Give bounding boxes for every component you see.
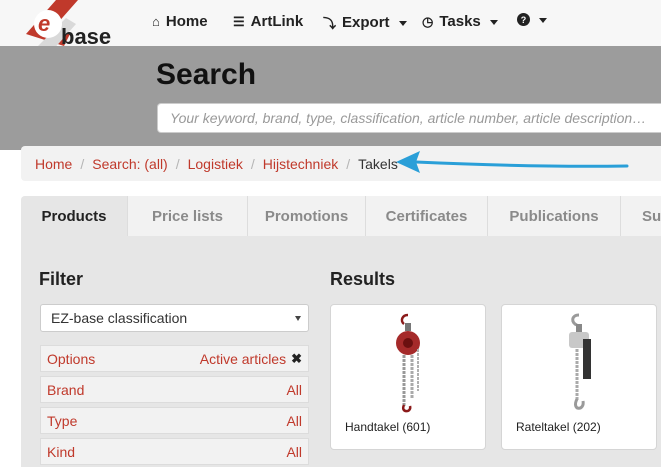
filter-row-type[interactable]: Type All bbox=[40, 407, 309, 434]
filter-row-kind[interactable]: Kind All bbox=[40, 438, 309, 465]
classification-select-value: EZ-base classification bbox=[51, 310, 188, 326]
filter-value: All bbox=[286, 381, 302, 398]
filter-value: All bbox=[286, 412, 302, 429]
nav-tasks[interactable]: ◷ Tasks bbox=[422, 13, 498, 30]
close-icon[interactable]: ✖ bbox=[291, 351, 302, 367]
hand-chain-hoist-image bbox=[396, 313, 420, 413]
chevron-down-icon bbox=[295, 316, 301, 321]
annotation-arrow bbox=[396, 151, 629, 173]
chevron-down-icon bbox=[489, 20, 498, 25]
filter-value: Active articles ✖ bbox=[200, 351, 302, 367]
nav-export[interactable]: ⤵ Export bbox=[323, 13, 407, 32]
classification-select[interactable]: EZ-base classification bbox=[40, 304, 309, 332]
result-card-handtakel[interactable]: Handtakel (601) bbox=[330, 304, 486, 450]
breadcrumb-logistiek[interactable]: Logistiek bbox=[188, 156, 243, 172]
result-card-label: Rateltakel (202) bbox=[516, 420, 601, 434]
chevron-down-icon bbox=[539, 18, 547, 23]
search-input[interactable] bbox=[157, 103, 661, 133]
page-title: Search bbox=[156, 58, 257, 91]
help-icon: ? bbox=[517, 13, 530, 26]
ratchet-hoist-image bbox=[569, 313, 591, 410]
breadcrumb-separator: / bbox=[346, 155, 351, 172]
top-navbar: e base ⌂ Home ☰ ArtLink ⤵ Export ◷ Tasks… bbox=[0, 0, 661, 60]
filter-label: Type bbox=[47, 412, 78, 429]
tab-bar: Products Price lists Promotions Certific… bbox=[21, 196, 661, 236]
tab-partial[interactable]: Su bbox=[621, 196, 661, 236]
tab-price-lists[interactable]: Price lists bbox=[128, 196, 248, 236]
results-title: Results bbox=[330, 269, 396, 289]
home-icon: ⌂ bbox=[152, 14, 160, 29]
breadcrumb-search[interactable]: Search: (all) bbox=[92, 156, 167, 172]
filter-row-options[interactable]: Options Active articles ✖ bbox=[40, 345, 309, 372]
filter-label: Options bbox=[47, 350, 96, 367]
upload-icon: ⤵ bbox=[323, 16, 337, 31]
breadcrumb-hijstechniek[interactable]: Hijstechniek bbox=[263, 156, 338, 172]
svg-text:e: e bbox=[38, 11, 50, 36]
breadcrumb-home[interactable]: Home bbox=[35, 156, 72, 172]
tab-products[interactable]: Products bbox=[21, 196, 128, 236]
tab-publications[interactable]: Publications bbox=[488, 196, 621, 236]
list-icon: ☰ bbox=[233, 13, 245, 29]
tab-certificates[interactable]: Certificates bbox=[366, 196, 488, 236]
filter-label: Brand bbox=[47, 381, 85, 398]
search-header bbox=[0, 46, 661, 150]
svg-text:?: ? bbox=[521, 15, 527, 25]
nav-export-label: Export bbox=[342, 14, 390, 31]
nav-home-label: Home bbox=[165, 13, 208, 30]
breadcrumb-separator: / bbox=[80, 155, 85, 172]
nav-artlink[interactable]: ☰ ArtLink bbox=[233, 13, 303, 30]
result-card-rateltakel[interactable]: Rateltakel (202) bbox=[501, 304, 657, 450]
filter-value-text: Active articles bbox=[199, 350, 287, 367]
breadcrumb-separator: / bbox=[250, 155, 255, 172]
breadcrumb-separator: / bbox=[175, 155, 180, 172]
chevron-down-icon bbox=[398, 21, 407, 26]
filter-label: Kind bbox=[47, 443, 76, 460]
filter-row-brand[interactable]: Brand All bbox=[40, 376, 309, 403]
nav-artlink-label: ArtLink bbox=[250, 13, 304, 30]
result-card-label: Handtakel (601) bbox=[345, 420, 431, 434]
nav-home[interactable]: ⌂ Home bbox=[152, 13, 208, 30]
clock-icon: ◷ bbox=[422, 13, 434, 29]
nav-tasks-label: Tasks bbox=[439, 13, 481, 30]
filter-title: Filter bbox=[39, 269, 84, 289]
nav-help[interactable]: ? bbox=[517, 13, 547, 26]
filter-value: All bbox=[286, 443, 302, 460]
tab-promotions[interactable]: Promotions bbox=[248, 196, 366, 236]
